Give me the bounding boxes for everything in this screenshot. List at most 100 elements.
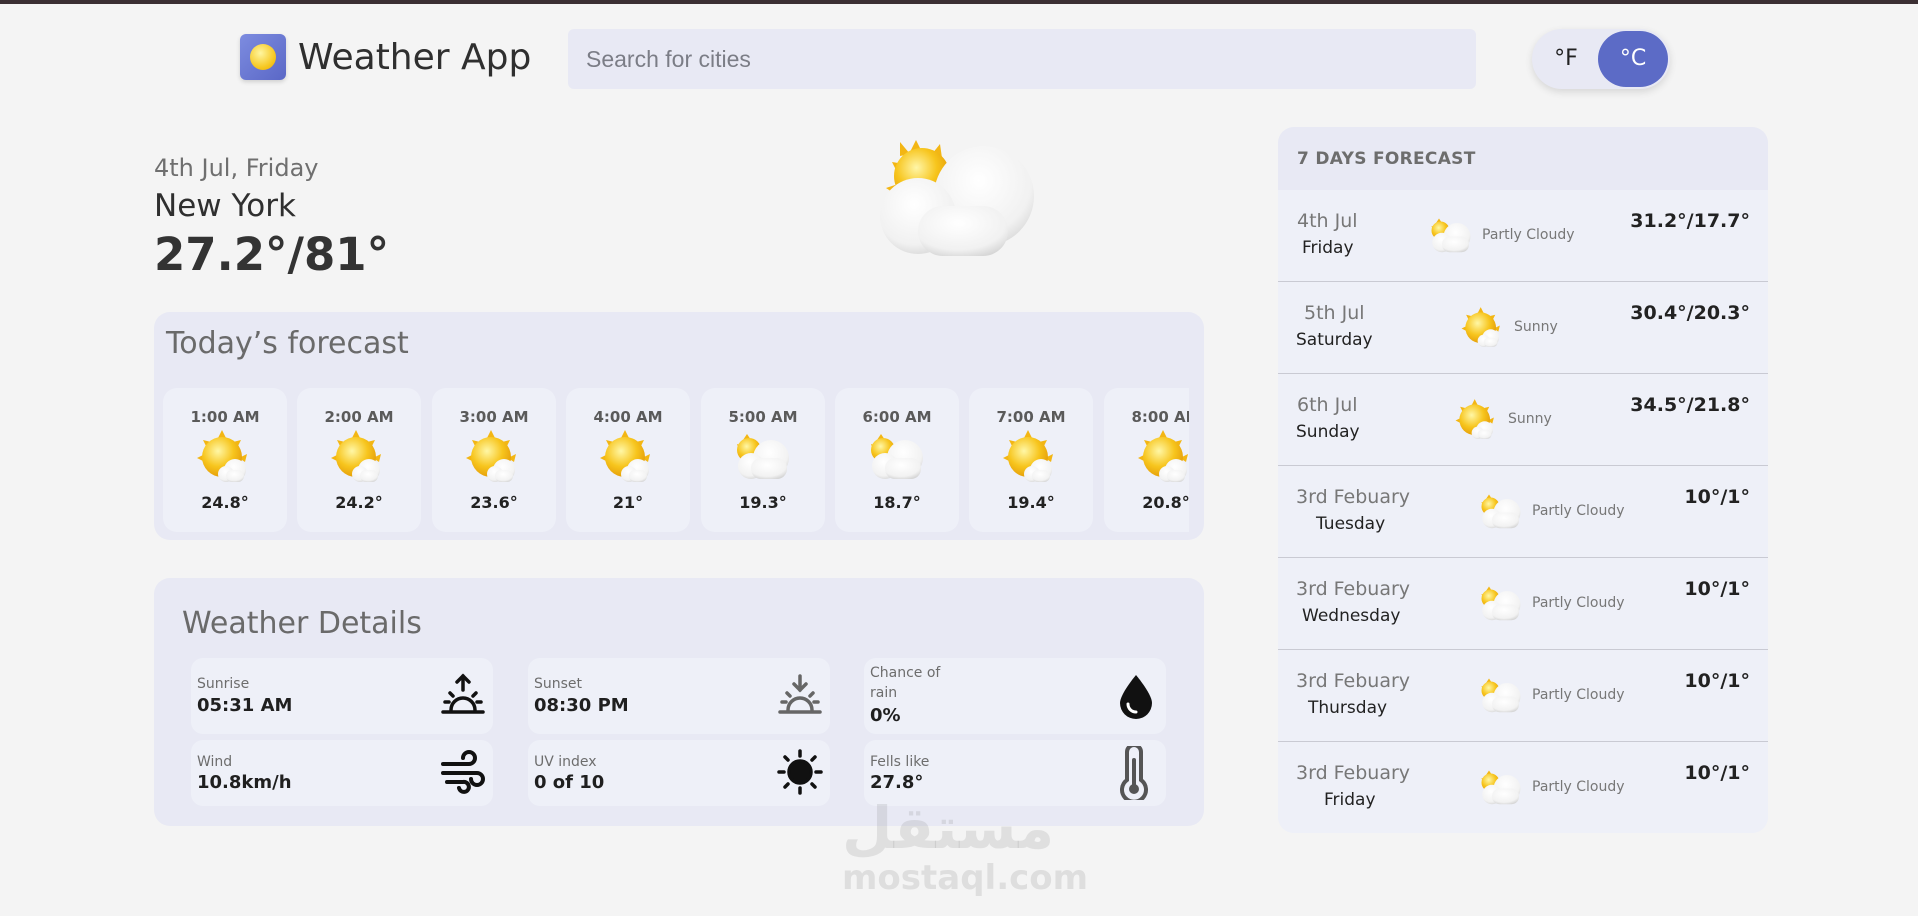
hour-time: 3:00 AM	[459, 408, 529, 426]
watermark-text: mostaql.com	[842, 858, 1089, 898]
partly-cloudy-icon	[867, 428, 927, 484]
detail-label: Wind	[197, 754, 233, 770]
sunrise-icon	[439, 672, 487, 720]
hour-card[interactable]: 6:00 AM 18.7°	[835, 388, 959, 532]
day-condition: Sunny	[1508, 411, 1552, 427]
todays-forecast-panel: Today’s forecast 1:00 AM 24.8° 2:00 AM 2…	[154, 312, 1204, 540]
uv-index-card: UV index 0 of 10	[528, 740, 830, 806]
day-name: Friday	[1302, 238, 1354, 258]
detail-value: 0 of 10	[534, 772, 605, 793]
day-temperature: 10°/1°	[1684, 486, 1750, 508]
hour-card[interactable]: 7:00 AM 19.4°	[969, 388, 1093, 532]
day-condition: Partly Cloudy	[1532, 503, 1625, 519]
current-temperature: 27.2°/81°	[154, 228, 390, 281]
sunny-icon	[464, 428, 524, 484]
day-date: 3rd Febuary	[1296, 762, 1411, 784]
todays-forecast-title: Today’s forecast	[166, 326, 409, 361]
sunny-icon	[1136, 428, 1189, 484]
day-temperature: 34.5°/21.8°	[1630, 394, 1750, 416]
hour-temperature: 21°	[612, 493, 644, 512]
day-temperature: 31.2°/17.7°	[1630, 210, 1750, 232]
hour-temperature: 18.7°	[873, 493, 921, 512]
day-row[interactable]: 3rd Febuary Friday Partly Cloudy 10°/1°	[1278, 742, 1768, 833]
day-name: Sunday	[1296, 422, 1360, 442]
hour-time: 6:00 AM	[862, 408, 932, 426]
watermark-logo: مستقل	[842, 794, 1055, 862]
detail-label: Sunrise	[197, 676, 250, 692]
hour-temperature: 20.8°	[1142, 493, 1189, 512]
day-date: 3rd Febuary	[1296, 578, 1411, 600]
partly-cloudy-icon	[1478, 674, 1524, 716]
sunset-icon	[776, 672, 824, 720]
top-border	[0, 0, 1918, 4]
day-row[interactable]: 3rd Febuary Thursday Partly Cloudy 10°/1…	[1278, 650, 1768, 742]
weather-details-title: Weather Details	[182, 606, 422, 641]
current-date: 4th Jul, Friday	[154, 154, 319, 182]
thermometer-icon	[1114, 743, 1162, 804]
hour-card[interactable]: 2:00 AM 24.2°	[297, 388, 421, 532]
hour-temperature: 24.8°	[201, 493, 249, 512]
day-temperature: 10°/1°	[1684, 670, 1750, 692]
detail-value: 27.8°	[870, 772, 924, 793]
detail-value: 10.8km/h	[197, 772, 292, 793]
day-name: Saturday	[1296, 330, 1373, 350]
day-name: Friday	[1324, 790, 1376, 810]
seven-days-forecast-panel: 7 DAYS FORECAST 4th Jul Friday Partly Cl…	[1278, 127, 1768, 833]
app-logo: Weather App	[240, 34, 531, 80]
day-date: 4th Jul	[1297, 210, 1358, 232]
hourly-forecast-strip[interactable]: 1:00 AM 24.8° 2:00 AM 24.2° 3:00 AM 23.6…	[163, 388, 1189, 532]
hour-temperature: 24.2°	[335, 493, 383, 512]
detail-label: Fells like	[870, 754, 930, 770]
sun-logo-icon	[240, 34, 286, 80]
sunny-icon	[195, 428, 255, 484]
raindrop-icon	[1114, 672, 1162, 720]
detail-value: 08:30 PM	[534, 695, 629, 716]
day-date: 5th Jul	[1304, 302, 1365, 324]
wind-card: Wind 10.8km/h	[191, 740, 493, 806]
uv-sun-icon	[776, 748, 824, 796]
hour-card[interactable]: 8:00 AM 20.8°	[1104, 388, 1189, 532]
search-input[interactable]	[568, 29, 1476, 89]
day-date: 3rd Febuary	[1296, 486, 1411, 508]
chance-of-rain-card: Chance of rain 0%	[864, 658, 1166, 734]
hour-temperature: 19.4°	[1007, 493, 1055, 512]
day-row[interactable]: 3rd Febuary Wednesday Partly Cloudy 10°/…	[1278, 558, 1768, 650]
day-condition: Sunny	[1514, 319, 1558, 335]
day-name: Tuesday	[1316, 514, 1386, 534]
hour-temperature: 19.3°	[739, 493, 787, 512]
day-condition: Partly Cloudy	[1532, 687, 1625, 703]
unit-toggle[interactable]: °F °C	[1532, 29, 1670, 89]
hour-card[interactable]: 5:00 AM 19.3°	[701, 388, 825, 532]
day-row[interactable]: 4th Jul Friday Partly Cloudy 31.2°/17.7°	[1278, 190, 1768, 282]
fahrenheit-button[interactable]: °F	[1544, 29, 1588, 89]
sunny-icon	[1460, 304, 1506, 346]
wind-icon	[439, 748, 487, 796]
detail-value: 05:31 AM	[197, 695, 293, 716]
sunny-icon	[598, 428, 658, 484]
detail-value: 0%	[870, 705, 901, 726]
day-temperature: 10°/1°	[1684, 578, 1750, 600]
partly-cloudy-icon	[1478, 582, 1524, 624]
day-date: 6th Jul	[1297, 394, 1358, 416]
hour-time: 1:00 AM	[190, 408, 260, 426]
celsius-button[interactable]: °C	[1598, 31, 1668, 87]
detail-label: UV index	[534, 754, 597, 770]
detail-label: Chance of rain	[870, 665, 941, 701]
day-row[interactable]: 3rd Febuary Tuesday Partly Cloudy 10°/1°	[1278, 466, 1768, 558]
hour-time: 5:00 AM	[728, 408, 798, 426]
partly-cloudy-icon	[733, 428, 793, 484]
app-title: Weather App	[298, 36, 532, 78]
hour-card[interactable]: 3:00 AM 23.6°	[432, 388, 556, 532]
day-row[interactable]: 6th Jul Sunday Sunny 34.5°/21.8°	[1278, 374, 1768, 466]
hour-card[interactable]: 4:00 AM 21°	[566, 388, 690, 532]
hour-time: 8:00 AM	[1131, 408, 1189, 426]
hour-card[interactable]: 1:00 AM 24.8°	[163, 388, 287, 532]
hour-temperature: 23.6°	[470, 493, 518, 512]
sunrise-card: Sunrise 05:31 AM	[191, 658, 493, 734]
partly-cloudy-icon	[1478, 490, 1524, 532]
hour-time: 2:00 AM	[324, 408, 394, 426]
day-temperature: 30.4°/20.3°	[1630, 302, 1750, 324]
day-condition: Partly Cloudy	[1482, 227, 1575, 243]
day-row[interactable]: 5th Jul Saturday Sunny 30.4°/20.3°	[1278, 282, 1768, 374]
day-condition: Partly Cloudy	[1532, 595, 1625, 611]
